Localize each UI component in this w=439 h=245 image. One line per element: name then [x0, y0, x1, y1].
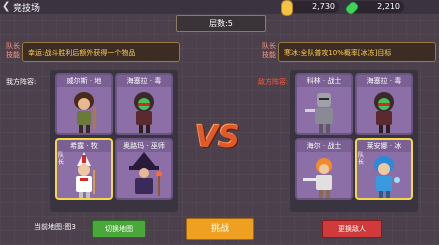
hero-name: 莱安娜 · 冰: [357, 140, 411, 152]
hero-name: 海塞拉 · 毒: [117, 75, 171, 87]
hero-name: 海塞拉 · 毒: [357, 75, 411, 87]
current-map-value: 图3: [64, 223, 76, 231]
hero-sprite-kelin: [305, 93, 333, 133]
hero-name: 希露 · 牧: [57, 140, 111, 152]
back-button[interactable]: ❮: [2, 1, 10, 12]
right-leader-skill-text: 寒冰:全队普攻10%概率[冰冻]目标: [278, 42, 436, 62]
hero-card-wells[interactable]: 威尔斯 · 地: [55, 73, 113, 135]
vs-logo: VS: [195, 120, 240, 155]
hero-sprite-haier: [303, 158, 332, 198]
page-title: 竞技场: [13, 4, 41, 14]
gem-amount: 2,210: [377, 2, 400, 11]
hero-sprite-laianna: [374, 156, 400, 198]
hero-sprite-wells: [74, 92, 96, 133]
left-leader-skill-text: 幸运:战斗胜利后额外获得一个物品: [22, 42, 180, 62]
green-gem-icon: [344, 0, 360, 16]
hero-card-haier[interactable]: 海尔 · 战士: [295, 138, 353, 200]
floor-indicator: 层数:5: [176, 15, 266, 32]
my-team-label: 我方阵容:: [6, 78, 37, 86]
top-bar: ❮ 竞技场 2,730 2,210: [0, 0, 439, 16]
gold-amount: 2,730: [312, 2, 335, 11]
hero-card-aoluma[interactable]: 奥路玛 · 巫师: [115, 138, 173, 200]
hero-sprite-hisela: [374, 92, 394, 133]
hero-name: 威尔斯 · 地: [57, 75, 111, 87]
current-map-label: 当前地图:图3: [34, 223, 76, 231]
hero-card-kelin[interactable]: 科林 · 战士: [295, 73, 353, 135]
right-leader-skill-label: 队长技能: [262, 42, 276, 59]
hero-name: 科林 · 战士: [297, 75, 351, 87]
hero-card-hisela-enemy[interactable]: 海塞拉 · 毒: [355, 73, 413, 135]
hero-sprite-hisela: [134, 92, 154, 133]
gold-counter: 2,730: [281, 0, 339, 16]
switch-map-button[interactable]: 切换地图: [92, 220, 146, 238]
hero-card-laianna-leader[interactable]: 莱安娜 · 冰 队长: [355, 138, 413, 200]
challenge-button[interactable]: 挑战: [186, 218, 254, 240]
enemy-team-label: 敌方阵容:: [258, 78, 289, 86]
hero-name: 奥路玛 · 巫师: [117, 140, 171, 152]
hero-card-hilu-leader[interactable]: 希露 · 牧 队长: [55, 138, 113, 200]
change-enemy-button[interactable]: 更换敌人: [322, 220, 382, 238]
hero-name: 海尔 · 战士: [297, 140, 351, 152]
hero-sprite-aoluma: [129, 152, 162, 196]
left-leader-skill-label: 队长技能: [6, 42, 20, 59]
hero-card-hisela-mine[interactable]: 海塞拉 · 毒: [115, 73, 173, 135]
gold-coin-icon: [281, 0, 293, 16]
hero-sprite-hilu: [76, 152, 95, 198]
gem-counter: 2,210: [344, 0, 404, 16]
